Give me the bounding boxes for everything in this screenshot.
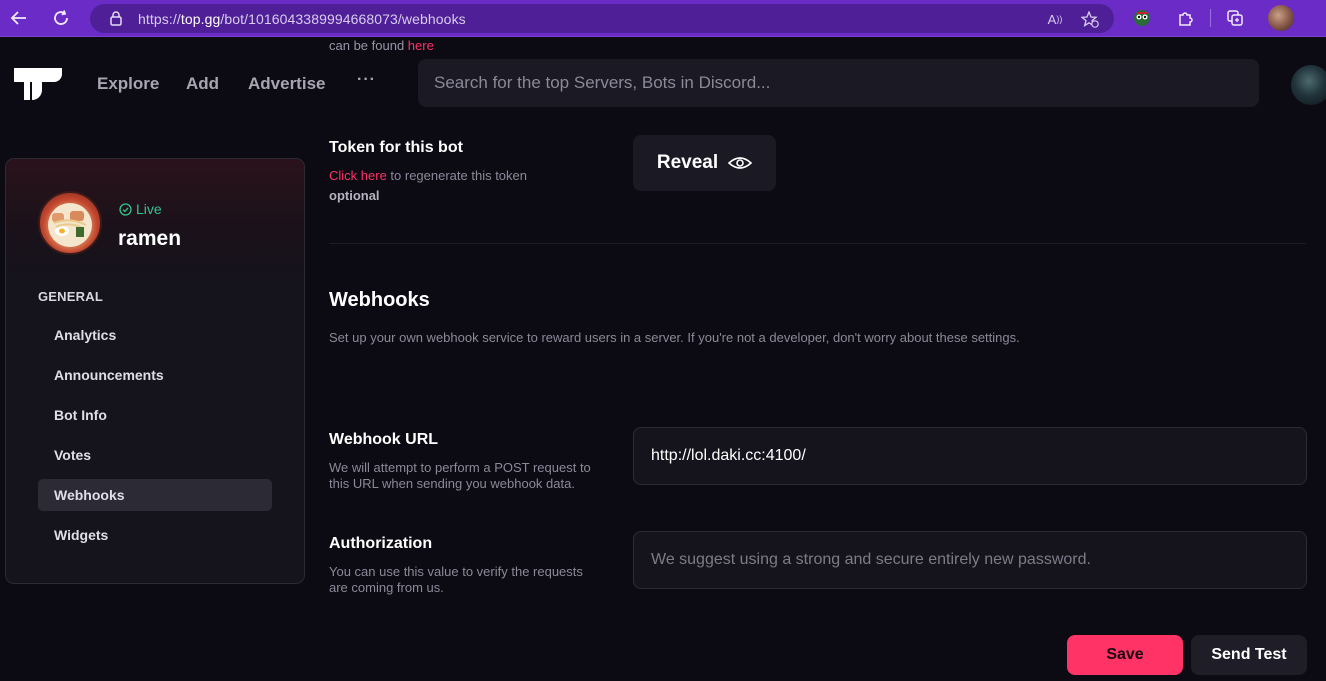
search-input[interactable]: Search for the top Servers, Bots in Disc… bbox=[418, 59, 1259, 107]
webhook-url-desc: We will attempt to perform a POST reques… bbox=[329, 460, 591, 491]
toolbar-separator bbox=[1210, 9, 1211, 27]
topgg-logo-icon[interactable] bbox=[14, 68, 62, 100]
token-title: Token for this bot bbox=[329, 139, 463, 156]
more-menu-icon[interactable]: ··· bbox=[357, 71, 376, 89]
browser-toolbar: https://top.gg/bot/1016043389994668073/w… bbox=[0, 0, 1326, 37]
bot-avatar bbox=[38, 191, 102, 255]
bot-name: ramen bbox=[118, 227, 182, 250]
sidebar-item-analytics[interactable]: Analytics bbox=[38, 319, 272, 351]
favorite-icon[interactable] bbox=[1080, 10, 1100, 28]
collections-icon[interactable] bbox=[1224, 7, 1246, 29]
webhooks-title: Webhooks bbox=[329, 289, 430, 311]
reveal-label: Reveal bbox=[656, 152, 719, 173]
sidebar-item-announcements[interactable]: Announcements bbox=[38, 359, 272, 391]
nav-advertise[interactable]: Advertise bbox=[248, 74, 325, 94]
refresh-icon[interactable] bbox=[48, 6, 74, 30]
eye-icon bbox=[728, 157, 753, 169]
lock-icon[interactable] bbox=[108, 10, 124, 28]
puzzle-icon[interactable] bbox=[1175, 7, 1197, 29]
nav-explore[interactable]: Explore bbox=[97, 74, 159, 94]
nav-add[interactable]: Add bbox=[186, 74, 219, 94]
user-avatar[interactable] bbox=[1291, 65, 1326, 105]
address-bar[interactable]: https://top.gg/bot/1016043389994668073/w… bbox=[90, 4, 1114, 33]
save-button[interactable]: Save bbox=[1067, 635, 1183, 675]
webhooks-desc: Set up your own webhook service to rewar… bbox=[329, 330, 1020, 345]
sidebar-section-general: GENERAL bbox=[38, 289, 103, 304]
sidebar-item-webhooks[interactable]: Webhooks bbox=[38, 479, 272, 511]
bot-sidebar: Live ramen GENERAL Analytics Announcemen… bbox=[5, 158, 305, 584]
sidebar-item-widgets[interactable]: Widgets bbox=[38, 519, 272, 551]
regenerate-token-link[interactable]: Click here bbox=[329, 168, 387, 183]
send-test-button[interactable]: Send Test bbox=[1191, 635, 1307, 675]
scrolled-text: can be found here bbox=[329, 38, 434, 53]
token-optional: optional bbox=[329, 188, 380, 203]
status-label: Live bbox=[136, 201, 162, 217]
url-text[interactable]: https://top.gg/bot/1016043389994668073/w… bbox=[138, 11, 466, 27]
check-circle-icon bbox=[119, 202, 132, 216]
sidebar-item-votes[interactable]: Votes bbox=[38, 439, 272, 471]
sidebar-item-bot-info[interactable]: Bot Info bbox=[38, 399, 272, 431]
extension-icon[interactable] bbox=[1131, 7, 1153, 29]
token-desc: Click here to regenerate this token bbox=[329, 168, 527, 183]
reveal-button[interactable]: Reveal bbox=[633, 135, 776, 191]
site-header: can be found here Explore Add Advertise … bbox=[0, 37, 1326, 127]
authorization-input[interactable]: We suggest using a strong and secure ent… bbox=[633, 531, 1307, 589]
webhook-url-title: Webhook URL bbox=[329, 431, 439, 448]
back-icon[interactable] bbox=[6, 6, 32, 30]
profile-icon[interactable] bbox=[1268, 5, 1294, 31]
section-divider bbox=[329, 243, 1306, 244]
authorization-title: Authorization bbox=[329, 535, 433, 552]
here-link[interactable]: here bbox=[408, 38, 434, 53]
status-badge: Live bbox=[119, 201, 162, 217]
webhook-url-input[interactable]: http://lol.daki.cc:4100/ bbox=[633, 427, 1307, 485]
read-aloud-icon[interactable]: A)) bbox=[1045, 10, 1065, 28]
authorization-desc: You can use this value to verify the req… bbox=[329, 564, 583, 595]
